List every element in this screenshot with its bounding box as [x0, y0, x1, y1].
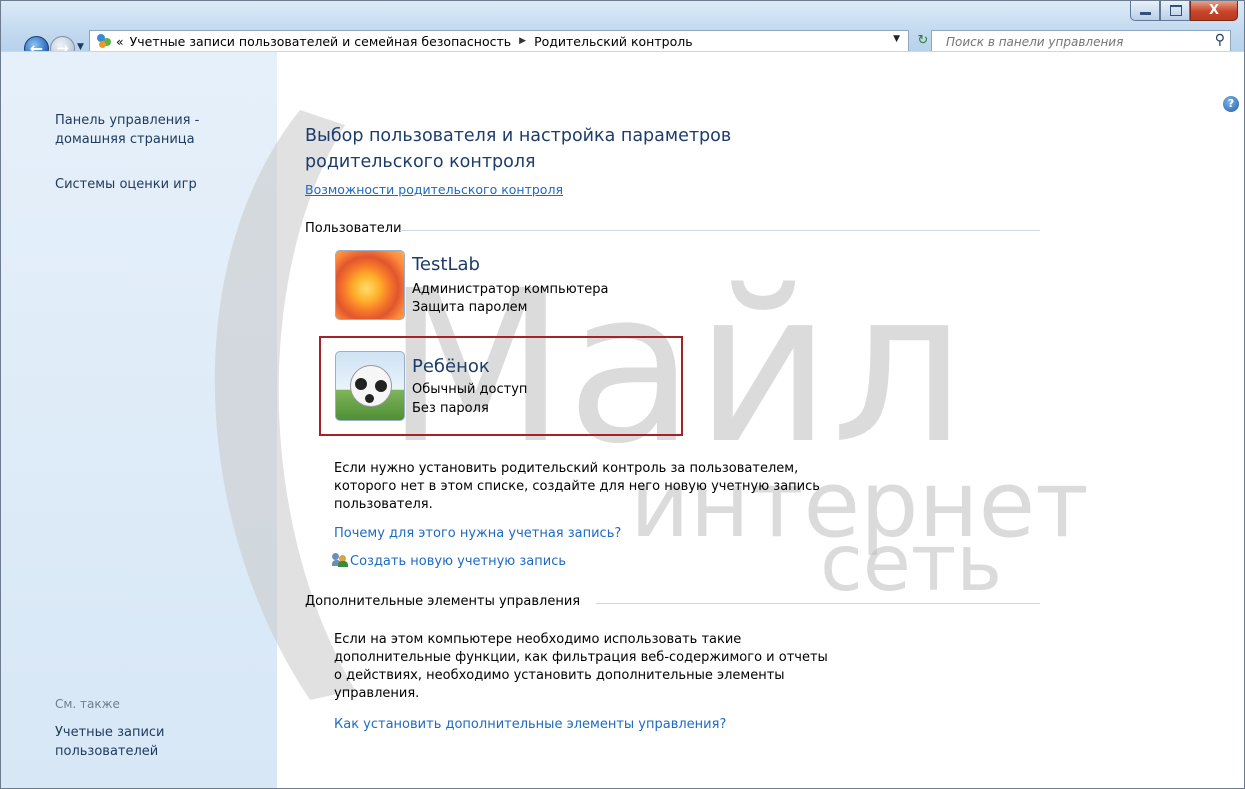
breadcrumb-user-accounts[interactable]: Учетные записи пользователей и семейная … [130, 34, 511, 49]
add-user-icon [332, 553, 348, 567]
user-name-child[interactable]: Ребёнок [412, 356, 490, 377]
see-also-label: См. также [55, 697, 120, 711]
user-avatar-child[interactable] [335, 351, 405, 421]
minimize-button[interactable] [1130, 1, 1160, 21]
search-icon[interactable]: ⚲ [1215, 32, 1225, 48]
refresh-icon: ↻ [917, 33, 929, 48]
user-role-testlab: Администратор компьютера [412, 282, 609, 297]
search-input[interactable] [944, 32, 1198, 52]
extra-controls-text: Если на этом компьютере необходимо испол… [334, 632, 828, 701]
close-button[interactable]: X [1190, 1, 1238, 21]
create-account-link[interactable]: Создать новую учетную запись [350, 554, 566, 569]
user-avatar-testlab[interactable] [335, 250, 405, 320]
minimize-icon [1140, 12, 1151, 15]
extra-controls-heading: Дополнительные элементы управления [305, 594, 581, 609]
breadcrumb-overflow[interactable]: « [116, 34, 124, 49]
users-section-divider [400, 230, 1040, 231]
sidebar-home-link[interactable]: Панель управления - домашняя страница [55, 111, 199, 149]
user-role-child: Обычный доступ [412, 382, 528, 397]
maximize-button[interactable] [1160, 1, 1190, 21]
close-icon: X [1208, 3, 1220, 18]
refresh-button[interactable]: ↻ [913, 30, 933, 52]
sidebar: Панель управления - домашняя страница Си… [1, 51, 277, 788]
control-panel-icon [96, 33, 112, 49]
users-section-heading: Пользователи [305, 221, 402, 236]
extra-controls-divider [596, 603, 1040, 604]
parental-controls-features-link[interactable]: Возможности родительского контроля [305, 182, 563, 197]
why-account-needed-link[interactable]: Почему для этого нужна учетная запись? [334, 526, 621, 541]
caption-buttons: X [1130, 1, 1238, 21]
user-password-child: Без пароля [412, 401, 489, 416]
sidebar-user-accounts-link[interactable]: Учетные записи пользователей [55, 723, 165, 761]
sidebar-game-ratings-link[interactable]: Системы оценки игр [55, 175, 197, 194]
search-box[interactable]: ⚲ [931, 30, 1231, 52]
install-extra-controls-link[interactable]: Как установить дополнительные элементы у… [334, 717, 726, 732]
breadcrumb-parental-controls[interactable]: Родительский контроль [534, 34, 693, 49]
user-password-testlab: Защита паролем [412, 300, 528, 315]
address-bar[interactable]: « Учетные записи пользователей и семейна… [89, 30, 909, 52]
help-icon[interactable]: ? [1223, 96, 1239, 112]
address-dropdown-icon[interactable]: ▼ [893, 34, 900, 44]
maximize-icon [1170, 5, 1182, 16]
page-title: Выбор пользователя и настройка параметро… [305, 126, 732, 172]
soccer-ball-icon [350, 365, 392, 407]
breadcrumb-separator-icon[interactable]: ▶ [519, 36, 526, 46]
create-account-row[interactable]: Создать новую учетную запись [332, 553, 566, 569]
create-user-hint: Если нужно установить родительский контр… [334, 461, 820, 512]
user-name-testlab[interactable]: TestLab [412, 254, 480, 275]
